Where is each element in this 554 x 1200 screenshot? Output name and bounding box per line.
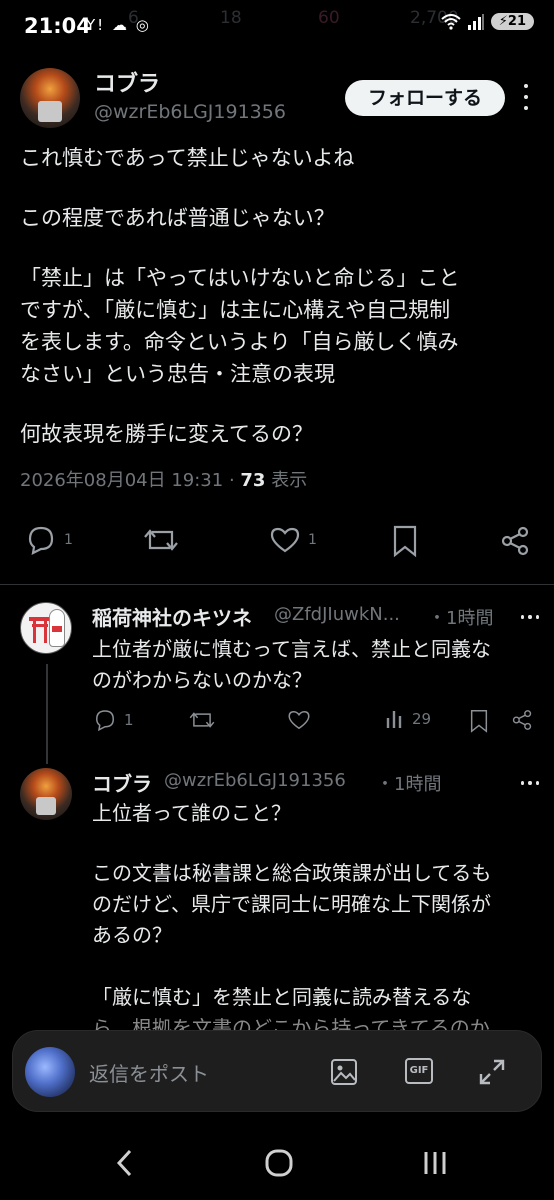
- ghost-reply-count: 6: [128, 8, 139, 28]
- reply-count: 1: [64, 532, 73, 548]
- tweet-line: この程度であれば普通じゃない？: [20, 206, 335, 230]
- more-options-icon[interactable]: [516, 82, 536, 112]
- reply1-view-count: 29: [412, 710, 432, 728]
- author-avatar[interactable]: [20, 68, 80, 128]
- battery-indicator: ⚡21: [490, 13, 534, 30]
- like-button[interactable]: 1: [268, 524, 317, 556]
- reply1-reply-button[interactable]: 1: [92, 708, 134, 732]
- reply1-time: ・1時間: [428, 608, 494, 629]
- heart-icon: [288, 710, 310, 730]
- recents-icon[interactable]: [420, 1146, 450, 1180]
- reply2-line: あるの？: [92, 923, 172, 947]
- signal-icon: [467, 13, 484, 30]
- torii-icon: [29, 615, 51, 645]
- status-time: 21:04: [24, 14, 91, 38]
- tweet-line: なさい」という忠告・注意の表現: [20, 362, 335, 386]
- follow-button[interactable]: フォローする: [345, 80, 505, 116]
- reply1-line: のがわからないのかな？: [92, 668, 312, 692]
- reply-avatar-kitsune[interactable]: [20, 602, 72, 654]
- tweet-actions: 1 1: [0, 520, 554, 564]
- section-divider: [0, 584, 554, 585]
- reply1-like-button[interactable]: [286, 708, 312, 732]
- view-label: 表示: [271, 470, 308, 491]
- share-icon: [501, 526, 529, 556]
- reply-input-placeholder[interactable]: 返信をポスト: [89, 1058, 209, 1087]
- reply1-line: 上位者が厳に慎むって言えば、禁止と同義な: [92, 637, 491, 661]
- tweet-line: これ慎むであって禁止じゃないよね: [20, 146, 355, 170]
- share-button[interactable]: [498, 524, 532, 558]
- tweet-meta: 2026年08月04日 19:31 · 73 表示: [20, 470, 308, 491]
- repost-button[interactable]: [142, 524, 180, 556]
- reply1-actions: 1 29: [90, 702, 540, 738]
- gif-icon[interactable]: GIF: [405, 1058, 433, 1084]
- reply2-line: 「厳に慎む」を禁止と同義に読み替えるな: [92, 985, 472, 1009]
- status-bar: 21:04 Y! ☁ ◎ 6 18 60 2,700 ⚡21: [0, 0, 554, 52]
- image-icon[interactable]: [329, 1057, 359, 1087]
- reply2-avatar[interactable]: [20, 768, 72, 820]
- reply-icon: [28, 526, 54, 555]
- reply1-more-icon[interactable]: [519, 607, 541, 627]
- reply2-line: 上位者って誰のこと？: [92, 801, 291, 825]
- repost-icon: [189, 712, 215, 728]
- tweet-timestamp[interactable]: 2026年08月04日 19:31: [20, 470, 223, 491]
- author-name[interactable]: コブラ: [94, 66, 160, 98]
- reply2-more-icon[interactable]: [519, 773, 541, 793]
- reply2-name[interactable]: コブラ: [92, 768, 152, 797]
- reply1-name[interactable]: 稲荷神社のキツネ: [92, 602, 252, 631]
- reply2-line: のだけど、県庁で課同士に明確な上下関係が: [92, 892, 491, 916]
- home-icon[interactable]: [264, 1146, 294, 1180]
- reply1-share-button[interactable]: [510, 708, 534, 732]
- reply-button[interactable]: 1: [24, 524, 73, 556]
- tweet-line: を表します。命令というより「自ら厳しく慎み: [20, 330, 459, 354]
- expand-icon[interactable]: [477, 1057, 507, 1087]
- battery-level: 21: [507, 14, 526, 29]
- reply-composer[interactable]: 返信をポスト GIF: [12, 1030, 542, 1112]
- reply1-views[interactable]: 29: [384, 708, 431, 730]
- reply2-handle[interactable]: @wzrEb6LGJ191356: [164, 770, 346, 791]
- heart-icon: [270, 527, 300, 553]
- reply1-bookmark-button[interactable]: [468, 708, 490, 734]
- ghost-like-count: 60: [318, 8, 340, 28]
- fox-icon: [49, 609, 65, 647]
- bookmark-button[interactable]: [390, 524, 420, 558]
- tweet-line: 「禁止」は「やってはいけないと命じる」こと: [20, 266, 460, 290]
- reply2-time: ・1時間: [376, 774, 442, 795]
- reply2-line: この文書は秘書課と総合政策課が出してるも: [92, 861, 492, 885]
- share-icon: [512, 710, 532, 730]
- reply-icon: [95, 710, 115, 732]
- android-nav-bar: [0, 1128, 554, 1200]
- bookmark-icon: [393, 525, 417, 558]
- views-chart-icon: [386, 711, 402, 728]
- author-handle[interactable]: @wzrEb6LGJ191356: [94, 101, 286, 123]
- repost-icon: [144, 529, 178, 551]
- status-right-icons: ⚡21: [441, 13, 534, 30]
- self-avatar: [25, 1047, 75, 1097]
- reply1-repost-button[interactable]: [188, 708, 216, 732]
- view-count: 73: [240, 470, 266, 491]
- like-count: 1: [308, 532, 317, 548]
- ghost-repost-count: 18: [220, 8, 242, 28]
- tweet-line: 何故表現を勝手に変えてるの？: [20, 422, 313, 446]
- thread-line: [46, 664, 48, 764]
- bookmark-icon: [470, 710, 488, 733]
- reply1-reply-count: 1: [124, 711, 134, 729]
- battery-charging-icon: ⚡: [498, 14, 508, 29]
- back-icon[interactable]: [112, 1146, 138, 1180]
- wifi-icon: [441, 13, 461, 30]
- status-notification-icons: Y! ☁ ◎: [86, 16, 151, 34]
- tweet-line: ですが、「厳に慎む」は主に心構えや自己規制: [20, 298, 451, 322]
- reply1-handle[interactable]: @ZfdJIuwkN...: [274, 604, 400, 625]
